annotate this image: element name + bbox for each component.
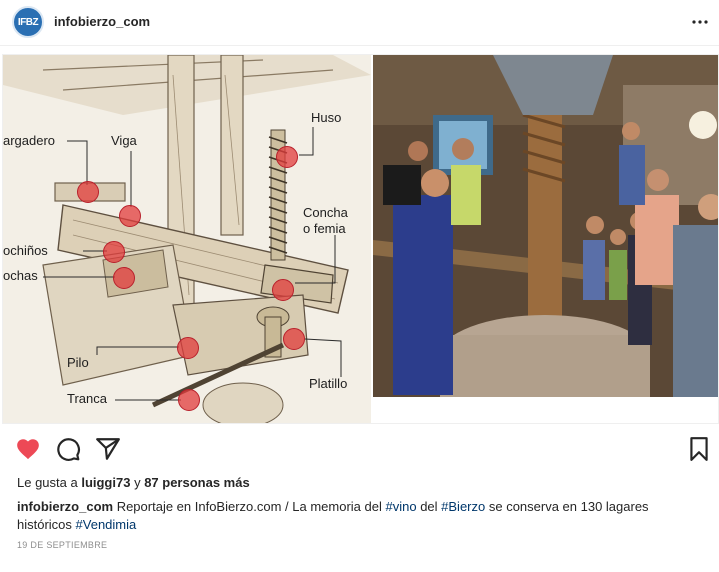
callout-viga (119, 205, 141, 227)
label-viga: Viga (111, 133, 137, 148)
photo-scene (373, 55, 718, 397)
more-horizontal-icon[interactable] (690, 12, 710, 32)
callout-concha (272, 279, 294, 301)
callout-platillo (283, 328, 305, 350)
action-bar (0, 432, 719, 466)
label-cargadero: argadero (3, 133, 56, 148)
callout-pilo (177, 337, 199, 359)
label-tranca: Tranca (67, 391, 107, 406)
hashtag-vino[interactable]: #vino (386, 499, 417, 514)
label-pilo: Pilo (67, 355, 89, 370)
heart-filled-icon[interactable] (15, 436, 41, 462)
callout-cochas (113, 267, 135, 289)
caption-text-2: del (416, 499, 442, 514)
header-username[interactable]: infobierzo_com (54, 14, 150, 29)
post-media[interactable]: argadero Viga Huso Concha o femia ochiño… (2, 54, 719, 424)
caption-text-1: Reportaje en InfoBierzo.com / La memoria… (113, 499, 386, 514)
caption-username[interactable]: infobierzo_com (17, 499, 113, 514)
hashtag-vendimia[interactable]: #Vendimia (76, 517, 137, 532)
callout-tranca (178, 389, 200, 411)
wine-press-diagram: argadero Viga Huso Concha o femia ochiño… (3, 55, 371, 423)
callout-huso (276, 146, 298, 168)
callout-cargadero (77, 181, 99, 203)
callout-cochinos (103, 241, 125, 263)
label-huso: Huso (311, 110, 342, 125)
post-header: IFBZ infobierzo_com (0, 0, 719, 46)
label-concha: Concha (303, 205, 348, 220)
bookmark-icon[interactable] (686, 436, 712, 462)
likes-count-link[interactable]: 87 personas más (144, 475, 250, 490)
likes-summary: Le gusta a luiggi73 y 87 personas más (17, 475, 250, 490)
hashtag-bierzo[interactable]: #Bierzo (441, 499, 485, 514)
label-o-femia: o femia (303, 221, 346, 236)
likes-middle: y (130, 475, 145, 490)
likes-prefix: Le gusta a (17, 475, 82, 490)
post-caption: infobierzo_com Reportaje en InfoBierzo.c… (17, 498, 707, 534)
label-cochas: ochas (3, 268, 38, 283)
avatar[interactable]: IFBZ (12, 6, 44, 38)
send-icon[interactable] (95, 436, 121, 462)
post-date: 19 DE SEPTIEMBRE (17, 540, 108, 550)
label-platillo: Platillo (309, 376, 348, 391)
label-cochinos: ochiños (3, 243, 48, 258)
comment-icon[interactable] (55, 436, 81, 462)
wine-press-photo (373, 55, 718, 397)
likes-user-link[interactable]: luiggi73 (81, 475, 130, 490)
